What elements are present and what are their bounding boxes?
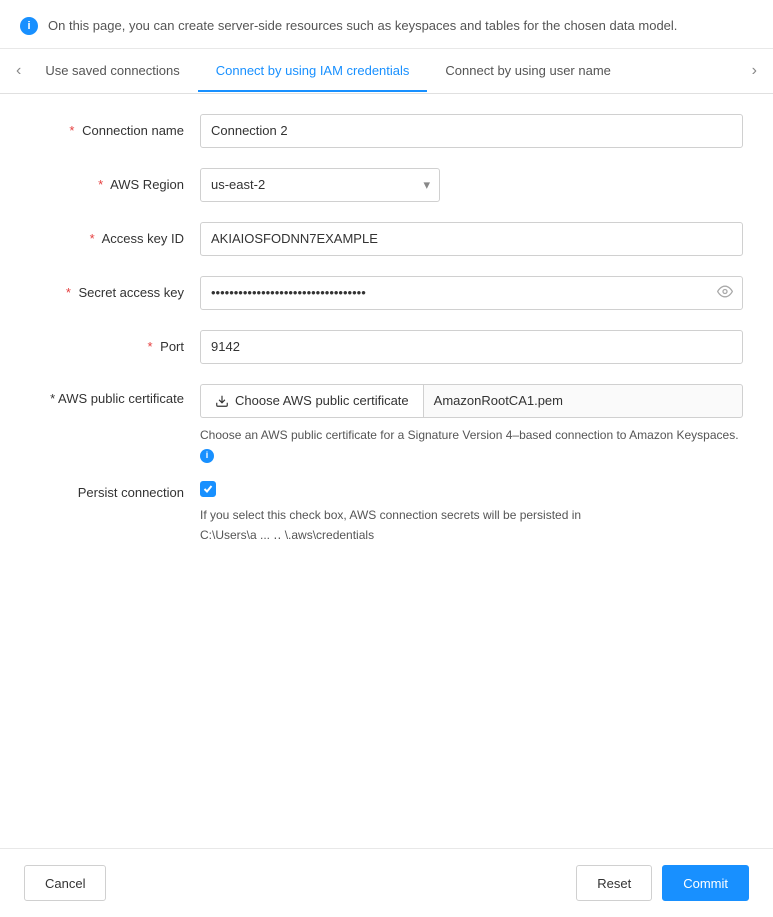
dialog: i On this page, you can create server-si… <box>0 0 773 917</box>
info-icon: i <box>20 17 38 35</box>
cert-filename: AmazonRootCA1.pem <box>423 384 743 418</box>
cert-hint-info-icon: i <box>200 449 214 463</box>
persist-connection-checkbox[interactable] <box>200 481 216 497</box>
footer-left: Cancel <box>24 865 106 901</box>
secret-key-input[interactable] <box>200 276 743 310</box>
access-key-row: * Access key ID <box>30 222 743 256</box>
persist-row: Persist connection If you select this ch… <box>30 481 743 546</box>
cert-picker: Choose AWS public certificate AmazonRoot… <box>200 384 743 418</box>
download-icon <box>215 394 229 408</box>
port-input[interactable] <box>200 330 743 364</box>
tab-nav-next[interactable]: › <box>746 49 763 93</box>
cancel-button[interactable]: Cancel <box>24 865 106 901</box>
tab-user-name[interactable]: Connect by using user name <box>427 51 628 92</box>
aws-region-select-wrapper: us-east-1 us-east-2 us-west-1 us-west-2 … <box>200 168 440 202</box>
persist-hint: If you select this check box, AWS connec… <box>200 505 743 546</box>
secret-key-label: * Secret access key <box>30 285 200 300</box>
footer-right: Reset Commit <box>576 865 749 901</box>
cert-label: * AWS public certificate <box>30 384 200 406</box>
cert-row: * AWS public certificate Choose AWS publ… <box>30 384 743 463</box>
tab-saved-connections[interactable]: Use saved connections <box>27 51 197 92</box>
commit-button[interactable]: Commit <box>662 865 749 901</box>
access-key-label: * Access key ID <box>30 231 200 246</box>
persist-checkbox-row <box>200 481 743 497</box>
port-row: * Port <box>30 330 743 364</box>
info-bar: i On this page, you can create server-si… <box>0 0 773 49</box>
eye-icon[interactable] <box>717 283 733 302</box>
info-text: On this page, you can create server-side… <box>48 16 677 36</box>
port-label: * Port <box>30 339 200 354</box>
connection-name-row: * Connection name <box>30 114 743 148</box>
secret-key-wrapper <box>200 276 743 310</box>
tab-nav-prev[interactable]: ‹ <box>10 49 27 93</box>
cert-hint: Choose an AWS public certificate for a S… <box>200 426 743 463</box>
aws-region-label: * AWS Region <box>30 177 200 192</box>
connection-name-label: * Connection name <box>30 123 200 138</box>
persist-label: Persist connection <box>30 481 200 500</box>
aws-region-row: * AWS Region us-east-1 us-east-2 us-west… <box>30 168 743 202</box>
dialog-footer: Cancel Reset Commit <box>0 848 773 917</box>
access-key-input[interactable] <box>200 222 743 256</box>
cert-content: Choose AWS public certificate AmazonRoot… <box>200 384 743 463</box>
secret-key-row: * Secret access key <box>30 276 743 310</box>
connection-name-input[interactable] <box>200 114 743 148</box>
choose-cert-button[interactable]: Choose AWS public certificate <box>200 384 423 418</box>
form-body: * Connection name * AWS Region us-east-1… <box>0 94 773 849</box>
reset-button[interactable]: Reset <box>576 865 652 901</box>
tabs-bar: ‹ Use saved connections Connect by using… <box>0 49 773 94</box>
aws-region-select[interactable]: us-east-1 us-east-2 us-west-1 us-west-2 … <box>200 168 440 202</box>
persist-content: If you select this check box, AWS connec… <box>200 481 743 546</box>
tab-iam-credentials[interactable]: Connect by using IAM credentials <box>198 51 428 92</box>
